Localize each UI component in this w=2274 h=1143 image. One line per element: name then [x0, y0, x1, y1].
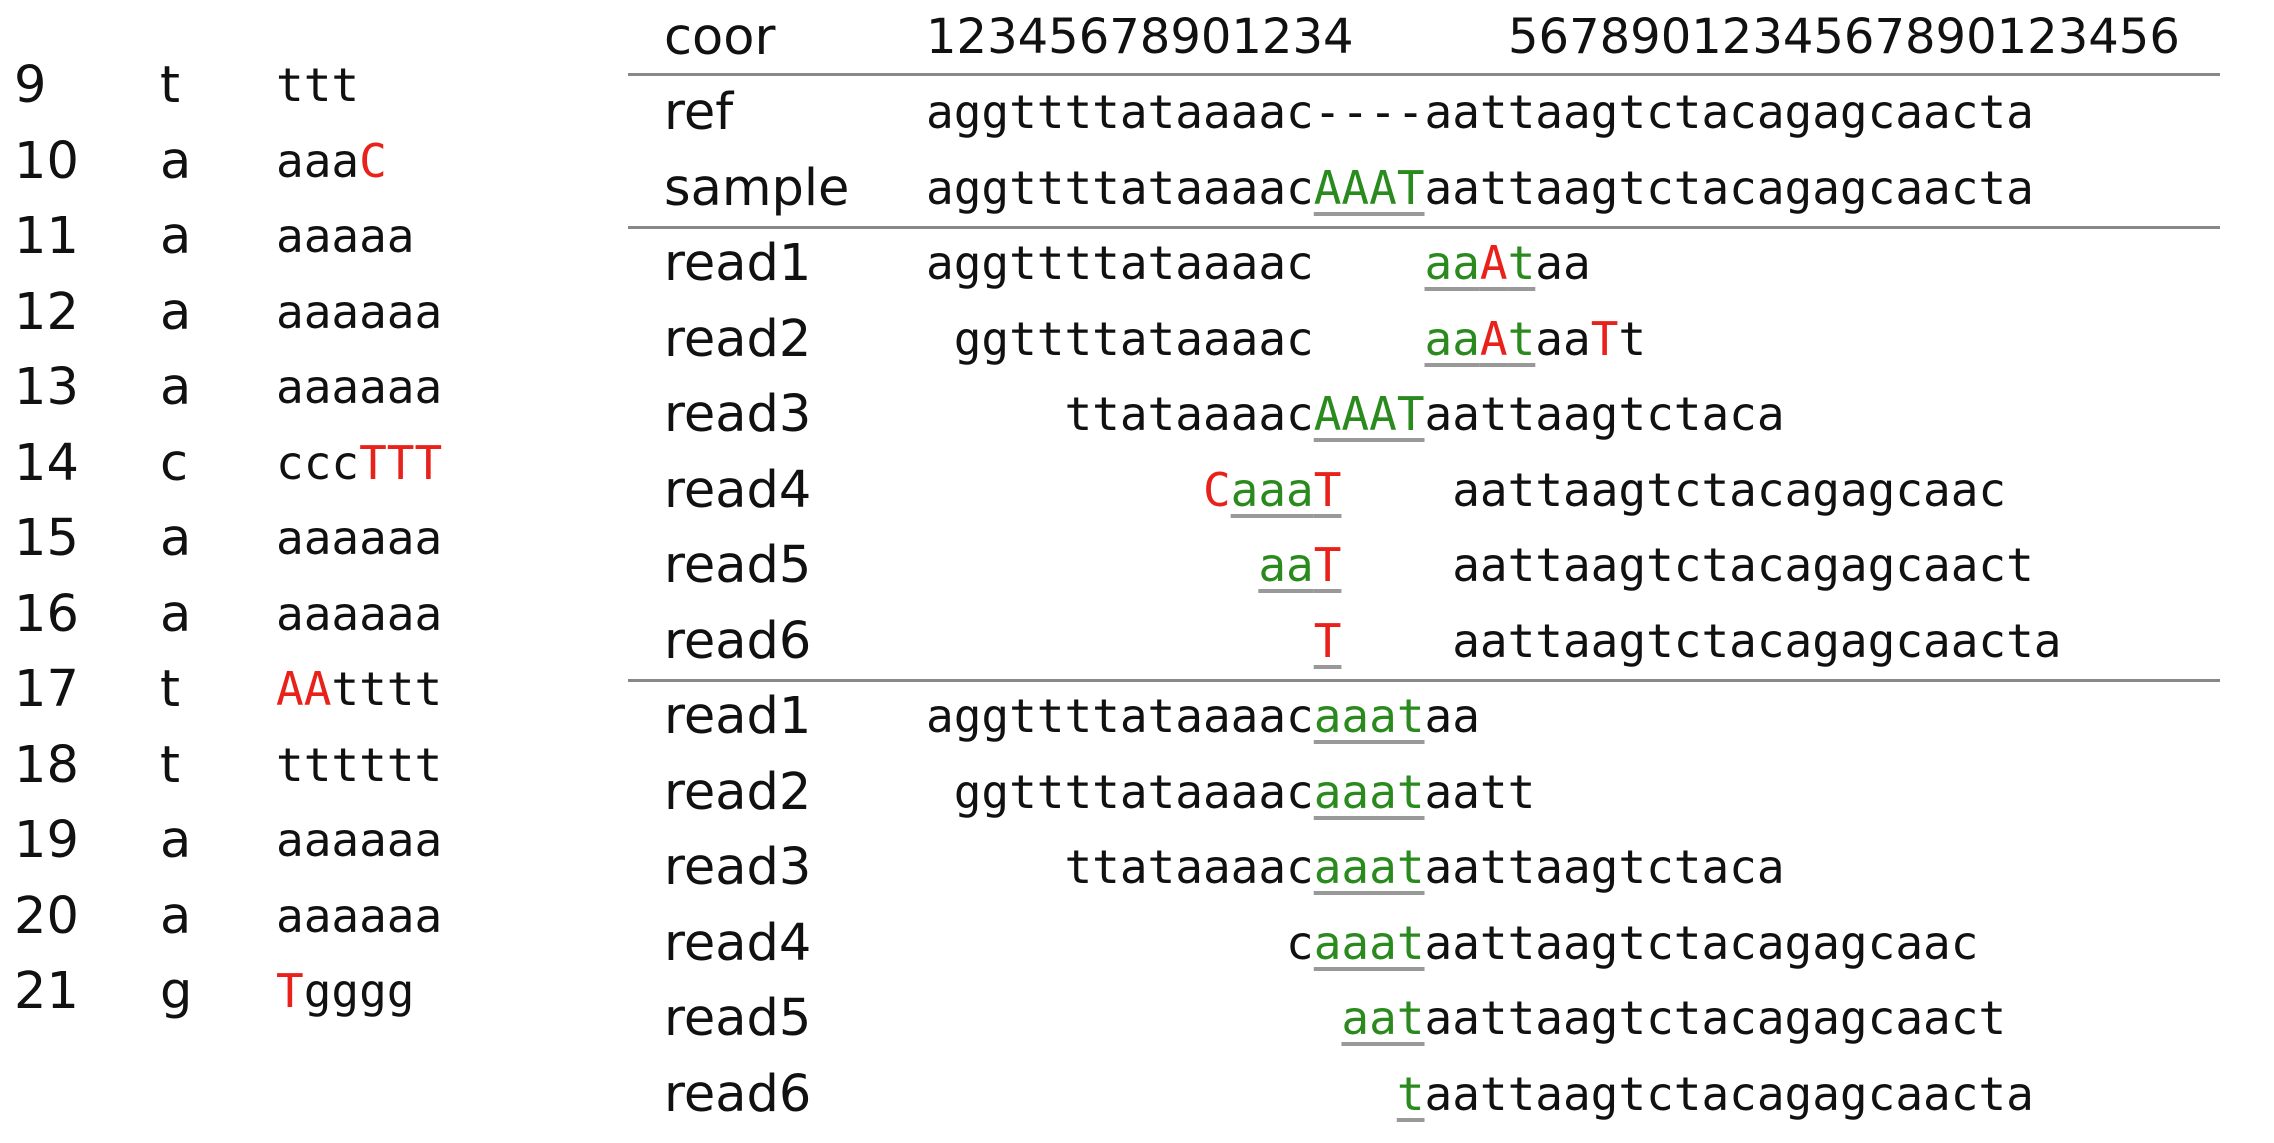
inserted-base: aaat: [1313, 764, 1425, 819]
row-label: read2: [664, 309, 812, 369]
alignment-row-read1: read1 aggttttataaaacaaataa: [0, 679, 2274, 754]
base-run: t: [1618, 311, 1647, 366]
inserted-base: AAAT: [1313, 160, 1425, 215]
alignment-row-read4: read4 caaataattaagtctacagagcaac: [0, 906, 2274, 981]
row-label: read3: [664, 838, 812, 897]
base-run: aattaagtctacagagcaact: [1341, 538, 2034, 592]
row-label: ref: [664, 83, 734, 142]
row-label: read6: [664, 611, 812, 671]
row-label: read2: [664, 762, 812, 822]
sequence: aggttttataaaacAAATaattaagtctacagagcaacta: [926, 151, 2034, 226]
row-label: read5: [664, 536, 812, 595]
base-run: aattaagtctacagagcaact: [1424, 991, 2007, 1045]
base-run: aggttttataaaac: [926, 236, 1425, 290]
base-run: c: [926, 915, 1314, 970]
base-run: aattaagtctacagagcaacta: [1341, 613, 2062, 668]
alignment-row-read6: read6 taattaagtctacagagcaacta: [0, 1057, 2274, 1132]
base-run: aa: [1535, 236, 1591, 290]
base-run: ggttttataaaac: [926, 764, 1314, 819]
row-label: read3: [664, 385, 812, 444]
alignment-row-read3: read3 ttataaaacaaataattaagtctaca: [0, 830, 2274, 905]
mismatch-base: A: [1479, 311, 1508, 366]
base-run: aa: [1424, 689, 1480, 743]
sequence: ggttttataaaacaaataatt: [926, 755, 1536, 830]
alignment-row-ref: ref aggttttataaaac----aattaagtctacagagcaa…: [0, 75, 2274, 150]
sequence: caaataattaagtctacagagcaac: [926, 906, 1978, 981]
base-run: [926, 991, 1341, 1045]
sequence: ttataaaacAAATaattaagtctaca: [926, 377, 1785, 452]
base-run: ggttttataaaac: [926, 311, 1425, 366]
inserted-base: aaa: [1230, 462, 1314, 517]
alignment-row-read2: read2 ggttttataaaacaaataatt: [0, 755, 2274, 830]
base-run: aa: [1535, 311, 1591, 366]
sequence: T aattaagtctacagagcaacta: [926, 604, 2062, 679]
base-run: aggttttataaaac: [926, 689, 1314, 743]
mismatch-base: T: [1590, 311, 1619, 366]
row-label: read1: [664, 687, 812, 746]
alignment-row-read5: read5 aaT aattaagtctacagagcaact: [0, 528, 2274, 603]
inserted-base: aa: [1424, 311, 1480, 366]
sequence: aataattaagtctacagagcaact: [926, 981, 2006, 1056]
sequence: aggttttataaaacaaataa: [926, 679, 1480, 754]
inserted-base: t: [1396, 1066, 1425, 1121]
row-label: read1: [664, 234, 812, 293]
inserted-base: t: [1507, 236, 1536, 290]
base-run: [926, 463, 1203, 517]
alignment-row-sample: sample aggttttataaaacAAATaattaagtctacagag…: [0, 151, 2274, 226]
base-run: aggttttataaaac----aattaagtctacagagcaacta: [926, 85, 2034, 139]
row-label: read5: [664, 989, 812, 1048]
row-label: read4: [664, 460, 812, 520]
alignment-row-read5: read5 aataattaagtctacagagcaact: [0, 981, 2274, 1056]
base-run: aattaagtctacagagcaac: [1424, 915, 1979, 970]
mismatch-base: T: [1313, 613, 1342, 668]
mismatch-base: T: [1313, 462, 1342, 517]
alignment-row-read2: read2 ggttttataaaac aaAtaaTt: [0, 302, 2274, 377]
inserted-base: AAAT: [1313, 387, 1425, 441]
inserted-base: aa: [1424, 236, 1480, 290]
base-run: aattaagtctacagagcaac: [1341, 462, 2007, 517]
row-label: read4: [664, 913, 812, 973]
inserted-base: aaat: [1313, 689, 1425, 743]
base-run: ttataaaac: [926, 840, 1314, 894]
base-run: [926, 1067, 1397, 1121]
row-label: sample: [664, 158, 850, 218]
sequence: aggttttataaaac----aattaagtctacagagcaacta: [926, 75, 2034, 150]
base-run: aggttttataaaac: [926, 160, 1314, 215]
sequence: aggttttataaaac aaAtaa: [926, 226, 1591, 301]
sequence: CaaaT aattaagtctacagagcaac: [926, 453, 2006, 528]
base-run: aattaagtctacagagcaacta: [1424, 160, 2034, 215]
base-run: aattaagtctaca: [1424, 387, 1785, 441]
row-label: read6: [664, 1064, 812, 1124]
mismatch-base: A: [1479, 236, 1508, 290]
sequence: taattaagtctacagagcaacta: [926, 1057, 2034, 1132]
base-run: ttataaaac: [926, 387, 1314, 441]
sequence: ggttttataaaac aaAtaaTt: [926, 302, 1646, 377]
base-run: [926, 614, 1314, 668]
inserted-base: aat: [1341, 991, 1425, 1045]
alignment-row-read6: read6 T aattaagtctacagagcaacta: [0, 604, 2274, 679]
base-run: [926, 538, 1258, 592]
inserted-base: t: [1507, 311, 1536, 366]
mismatch-base: T: [1313, 538, 1342, 592]
base-run: aatt: [1424, 764, 1536, 819]
inserted-base: aaat: [1313, 840, 1425, 894]
inserted-base: aa: [1258, 538, 1314, 592]
alignment-figure: coor 12345678901234 56789012345678901234…: [0, 0, 2274, 1143]
base-run: aattaagtctacagagcaacta: [1424, 1066, 2034, 1121]
sequence: aaT aattaagtctacagagcaact: [926, 528, 2034, 603]
alignment-row-read3: read3 ttataaaacAAATaattaagtctaca: [0, 377, 2274, 452]
mismatch-base: C: [1202, 462, 1231, 517]
inserted-base: aaat: [1313, 915, 1425, 970]
alignment-row-read4: read4 CaaaT aattaagtctacagagcaac: [0, 453, 2274, 528]
alignment-row-read1: read1 aggttttataaaac aaAtaa: [0, 226, 2274, 301]
sequence: ttataaaacaaataattaagtctaca: [926, 830, 1785, 905]
base-run: aattaagtctaca: [1424, 840, 1785, 894]
